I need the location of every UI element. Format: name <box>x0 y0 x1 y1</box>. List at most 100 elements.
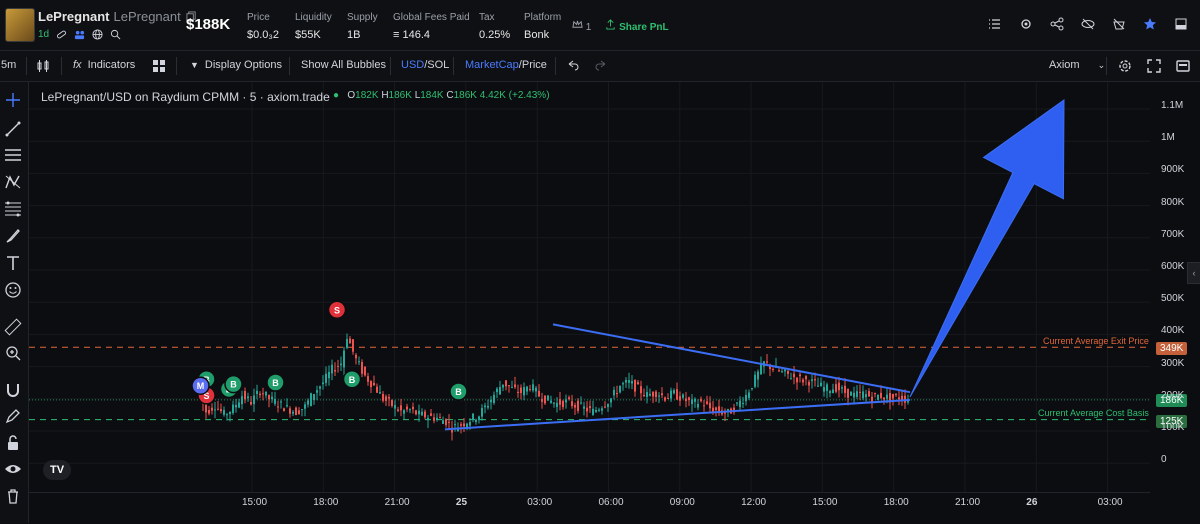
price-option[interactable]: /Price <box>519 59 547 71</box>
stat-label: Global Fees Paid <box>393 12 470 23</box>
display-options-button[interactable]: ▼ Display Options <box>190 59 282 71</box>
usd-option[interactable]: USD <box>401 59 424 71</box>
candle-body <box>253 395 255 405</box>
candle-body <box>388 397 390 399</box>
candle-body <box>313 394 315 401</box>
candle-body <box>640 386 642 394</box>
buy-marker-label: B <box>349 375 356 385</box>
y-tick-label: 1.1M <box>1161 100 1184 111</box>
settings-icon[interactable] <box>1117 58 1133 74</box>
candle-body <box>436 417 438 420</box>
trendline-icon[interactable] <box>4 120 22 138</box>
candle-body <box>553 402 555 404</box>
y-axis[interactable]: 349K 186K 125K 1.1M 1M 900K 800K 700K 600K 500… <box>1150 82 1200 492</box>
candle-body <box>214 409 216 411</box>
candle-body <box>460 424 462 426</box>
tradingview-logo[interactable]: TV <box>43 460 71 480</box>
search-icon[interactable] <box>110 29 121 40</box>
share-icon[interactable] <box>1050 17 1064 31</box>
brand-selector[interactable]: Axiom ⌄ <box>1049 59 1105 71</box>
stat-price: Price $0.0₃2 <box>247 12 279 41</box>
candle-body <box>298 410 300 414</box>
pattern-icon[interactable] <box>4 173 22 191</box>
x-axis[interactable]: 15:00 18:00 21:00 25 03:00 06:00 09:00 12:00 15:… <box>29 492 1150 524</box>
candle-body <box>778 370 780 372</box>
marketcap-option[interactable]: MarketCap <box>465 59 519 71</box>
sol-option[interactable]: /SOL <box>424 59 449 71</box>
hide-icon[interactable] <box>1112 17 1126 31</box>
interval-selector[interactable]: 5m <box>1 59 16 71</box>
stat-value: 1B <box>347 29 361 41</box>
indicators-button[interactable]: fx Indicators <box>73 59 135 71</box>
candle-body <box>220 409 222 412</box>
candle-body <box>655 391 657 397</box>
users-icon[interactable] <box>74 29 85 40</box>
lock-pencil-icon[interactable] <box>4 407 22 425</box>
divider <box>289 57 290 75</box>
ohlc-open: 182K <box>355 90 379 101</box>
emoji-icon[interactable] <box>4 281 22 299</box>
ruler-icon[interactable] <box>4 318 22 336</box>
candle-body <box>793 373 795 378</box>
horizontal-lines-icon[interactable] <box>4 146 22 164</box>
candle-body <box>862 391 864 399</box>
layout-grid-icon[interactable] <box>152 59 166 73</box>
undo-icon[interactable] <box>566 59 580 73</box>
share-pnl-button[interactable]: Share PnL <box>605 19 669 33</box>
y-tick-label: 100K <box>1161 422 1185 433</box>
candle-body <box>595 409 597 412</box>
candle-body <box>664 397 666 401</box>
candle-body <box>880 392 882 398</box>
candle-body <box>907 401 909 403</box>
candle-body <box>508 385 510 387</box>
crosshair-icon[interactable] <box>4 91 22 109</box>
candle-body <box>865 394 867 398</box>
candle-body <box>406 406 408 410</box>
candle-body <box>772 369 774 371</box>
token-subname: LePregnant <box>113 9 181 24</box>
magnet-icon[interactable] <box>4 381 22 399</box>
redo-icon[interactable] <box>594 59 608 73</box>
panel-icon[interactable] <box>1174 17 1188 31</box>
share-pnl-label: Share PnL <box>619 22 669 33</box>
candle-body <box>736 402 738 404</box>
candle-body <box>856 391 858 397</box>
candle-body <box>757 371 759 380</box>
star-icon[interactable] <box>1143 17 1157 31</box>
candle-body <box>223 410 225 415</box>
candle-body <box>325 373 327 383</box>
trash-icon[interactable] <box>4 487 22 505</box>
candle-body <box>256 390 258 394</box>
candle-body <box>646 392 648 397</box>
globe-icon[interactable] <box>92 29 103 40</box>
candle-body <box>817 385 819 387</box>
currency-toggle[interactable]: USD/SOL <box>401 59 449 71</box>
candles-icon[interactable] <box>36 59 50 73</box>
eye-off-icon[interactable] <box>1081 17 1095 31</box>
fib-icon[interactable] <box>4 200 22 218</box>
buy-marker-label: B <box>230 380 237 390</box>
price-chart[interactable]: BBBBBBSSM <box>29 82 1150 492</box>
candle-body <box>271 396 273 400</box>
holders[interactable]: 1 <box>572 19 591 33</box>
pill-icon[interactable] <box>56 29 67 40</box>
metric-toggle[interactable]: MarketCap/Price <box>465 59 547 71</box>
list-icon[interactable] <box>988 17 1002 31</box>
text-icon[interactable] <box>4 254 22 272</box>
screenshot-icon[interactable] <box>1175 58 1191 74</box>
candle-body <box>415 410 417 415</box>
fullscreen-icon[interactable] <box>1146 58 1162 74</box>
candle-body <box>709 402 711 409</box>
fx-icon: fx <box>73 59 82 71</box>
lock-icon[interactable] <box>4 434 22 452</box>
eye-icon[interactable] <box>4 460 22 478</box>
candle-body <box>526 386 528 392</box>
brush-icon[interactable] <box>4 227 22 245</box>
candle-body <box>418 410 420 415</box>
arrow-annotation <box>909 99 1065 398</box>
zoom-in-icon[interactable] <box>4 344 22 362</box>
show-bubbles-button[interactable]: Show All Bubbles <box>301 59 386 71</box>
candle-body <box>496 388 498 393</box>
candle-body <box>637 382 639 385</box>
gear-icon[interactable] <box>1019 17 1033 31</box>
